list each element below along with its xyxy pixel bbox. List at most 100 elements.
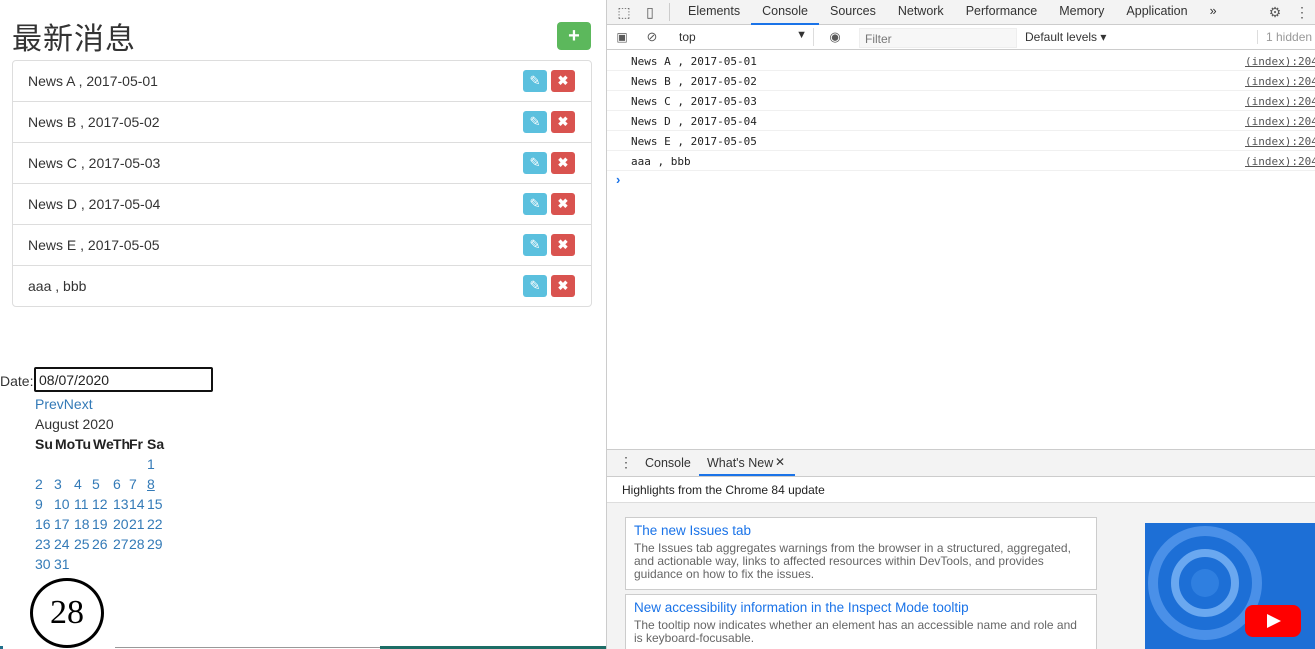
whats-new-card[interactable]: The new Issues tab The Issues tab aggreg… [625, 517, 1097, 590]
add-news-button[interactable]: + [557, 22, 591, 50]
edit-button[interactable]: ✎ [523, 111, 547, 133]
calendar-day[interactable]: 27 [113, 536, 129, 552]
calendar-day[interactable]: 15 [147, 496, 163, 512]
calendar-day[interactable]: 31 [54, 556, 70, 572]
edit-button[interactable]: ✎ [523, 193, 547, 215]
console-source-link[interactable]: (index):204 [1245, 75, 1315, 88]
weekday: Sa [147, 436, 165, 452]
delete-button[interactable]: ✖ [551, 275, 575, 297]
tab-console[interactable]: Console [751, 0, 819, 25]
inspect-element-icon[interactable]: ⬚ [615, 3, 633, 21]
gear-icon[interactable]: ⚙ [1266, 3, 1284, 21]
date-input[interactable] [34, 367, 213, 392]
calendar-day[interactable]: 17 [54, 516, 70, 532]
console-line: News C , 2017-05-03 (index):204 [607, 91, 1315, 111]
news-text: aaa , bbb [28, 278, 87, 294]
calendar-day[interactable]: 20 [113, 516, 129, 532]
tab-memory[interactable]: Memory [1048, 0, 1115, 24]
log-levels-dropdown[interactable]: Default levels ▾ [1025, 30, 1106, 44]
calendar-nav: PrevNext [35, 396, 93, 412]
delete-button[interactable]: ✖ [551, 111, 575, 133]
card-title[interactable]: The new Issues tab [634, 523, 751, 538]
calendar-day[interactable]: 24 [54, 536, 70, 552]
calendar-day[interactable]: 28 [129, 536, 145, 552]
close-icon[interactable]: ✕ [775, 455, 785, 469]
calendar-next-link[interactable]: Next [64, 396, 93, 412]
calendar-day[interactable]: 9 [35, 496, 43, 512]
calendar-day[interactable]: 14 [129, 496, 145, 512]
calendar-day[interactable]: 1 [147, 456, 155, 472]
sidebar-toggle-icon[interactable]: ▣ [613, 28, 631, 46]
calendar-day[interactable]: 5 [92, 476, 100, 492]
calendar-day[interactable]: 26 [92, 536, 108, 552]
calendar-day[interactable]: 25 [74, 536, 90, 552]
calendar-day[interactable]: 21 [129, 516, 145, 532]
calendar-day[interactable]: 13 [113, 496, 129, 512]
tab-performance[interactable]: Performance [955, 0, 1049, 24]
news-text: News E , 2017-05-05 [28, 237, 160, 253]
delete-button[interactable]: ✖ [551, 70, 575, 92]
drawer-tab-whats-new[interactable]: What's New [698, 456, 796, 476]
drawer-tabs: ⋮ Console What's New ✕ [607, 449, 1315, 477]
calendar-day[interactable]: 16 [35, 516, 51, 532]
delete-button[interactable]: ✖ [551, 234, 575, 256]
edit-button[interactable]: ✎ [523, 234, 547, 256]
calendar-day[interactable]: 4 [74, 476, 82, 492]
clear-console-icon[interactable]: ⊘ [643, 28, 661, 46]
drawer-tab-console[interactable]: Console [645, 456, 691, 470]
weekday: We [93, 436, 114, 452]
calendar-day[interactable]: 2 [35, 476, 43, 492]
tab-sources[interactable]: Sources [819, 0, 887, 24]
calendar-day[interactable]: 8 [147, 476, 155, 492]
calendar-day[interactable]: 22 [147, 516, 163, 532]
card-title[interactable]: New accessibility information in the Ins… [634, 600, 969, 615]
console-line: News D , 2017-05-04 (index):204 [607, 111, 1315, 131]
play-icon[interactable] [1245, 605, 1301, 637]
edit-button[interactable]: ✎ [523, 152, 547, 174]
weekday: Fr [129, 436, 143, 452]
news-text: News A , 2017-05-01 [28, 73, 158, 89]
console-source-link[interactable]: (index):204 [1245, 55, 1315, 68]
whats-new-card[interactable]: New accessibility information in the Ins… [625, 594, 1097, 649]
weekday: Tu [75, 436, 92, 452]
console-source-link[interactable]: (index):204 [1245, 95, 1315, 108]
device-toolbar-icon[interactable]: ▯ [641, 3, 659, 21]
calendar-day[interactable]: 6 [113, 476, 121, 492]
calendar-day[interactable]: 18 [74, 516, 90, 532]
date-label: Date: [0, 373, 34, 389]
more-options-icon[interactable]: ⋮ [1293, 3, 1311, 21]
console-source-link[interactable]: (index):204 [1245, 115, 1315, 128]
eye-icon[interactable]: ◉ [826, 28, 844, 46]
console-line: aaa , bbb (index):204 [607, 151, 1315, 171]
delete-button[interactable]: ✖ [551, 193, 575, 215]
calendar-day[interactable]: 10 [54, 496, 70, 512]
tab-elements[interactable]: Elements [677, 0, 751, 24]
devtools-toolbar: ⬚ ▯ Elements Console Sources Network Perform… [607, 0, 1315, 25]
calendar-day[interactable]: 19 [92, 516, 108, 532]
calendar-day[interactable]: 23 [35, 536, 51, 552]
tab-application[interactable]: Application [1115, 0, 1198, 24]
edit-button[interactable]: ✎ [523, 70, 547, 92]
calendar-day[interactable]: 7 [129, 476, 137, 492]
chevron-down-icon: ▼ [796, 29, 807, 41]
calendar-day[interactable]: 29 [147, 536, 163, 552]
console-prompt[interactable]: › [616, 172, 620, 187]
calendar-week: 2345678 [35, 476, 175, 496]
more-tabs-icon[interactable]: » [1199, 0, 1228, 24]
tab-network[interactable]: Network [887, 0, 955, 24]
video-thumbnail[interactable] [1145, 523, 1315, 649]
console-source-link[interactable]: (index):204 [1245, 135, 1315, 148]
filter-input[interactable]: Filter [859, 28, 1017, 48]
drawer-menu-icon[interactable]: ⋮ [619, 454, 633, 471]
calendar-day[interactable]: 12 [92, 496, 108, 512]
devtools-panel: ⬚ ▯ Elements Console Sources Network Perform… [606, 0, 1315, 649]
delete-button[interactable]: ✖ [551, 152, 575, 174]
context-select[interactable]: top ▼ [673, 28, 814, 46]
edit-button[interactable]: ✎ [523, 275, 547, 297]
calendar-day[interactable]: 11 [74, 496, 89, 512]
calendar-day[interactable]: 3 [54, 476, 62, 492]
console-source-link[interactable]: (index):204 [1245, 155, 1315, 168]
calendar-prev-link[interactable]: Prev [35, 396, 64, 412]
close-icon: ✖ [557, 155, 569, 170]
calendar-day[interactable]: 30 [35, 556, 51, 572]
